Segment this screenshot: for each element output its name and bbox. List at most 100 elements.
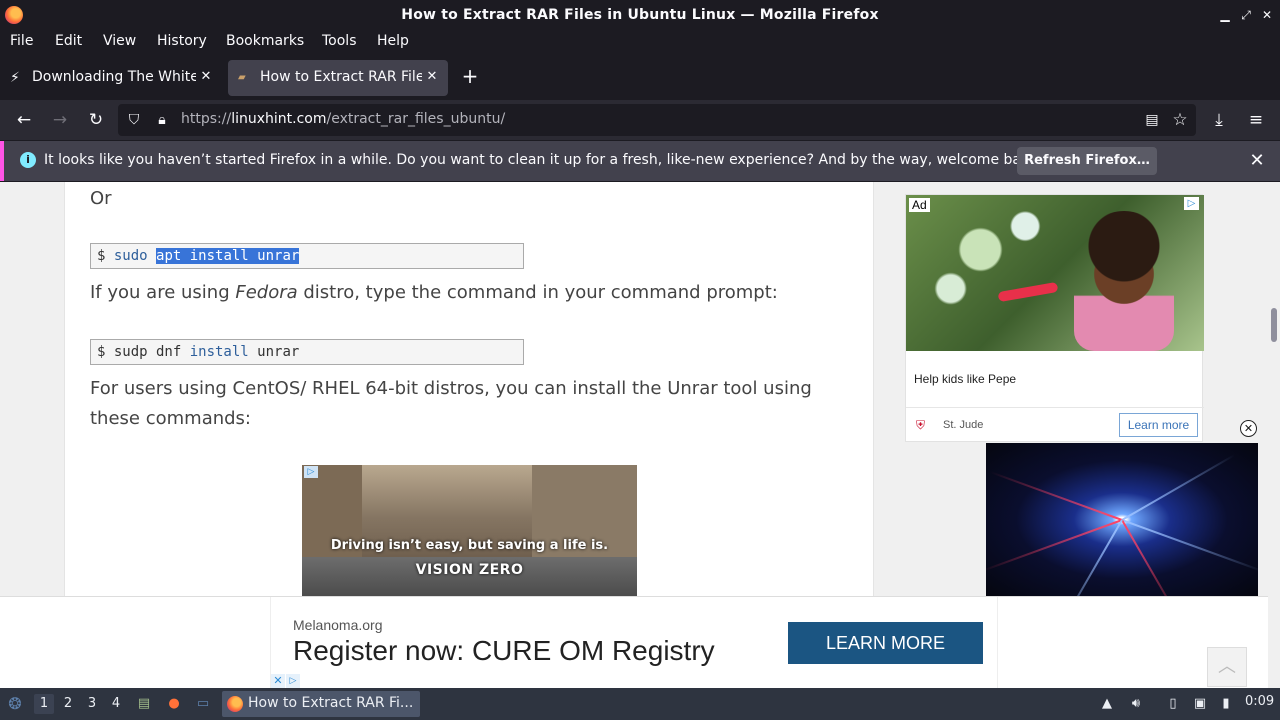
menu-history[interactable]: History — [157, 33, 207, 49]
ad-sponsor: St. Jude — [943, 419, 984, 431]
new-tab-button[interactable]: + — [460, 66, 480, 86]
prompt-symbol: $ — [97, 344, 114, 360]
taskbar-window-firefox[interactable]: How to Extract RAR Fi... — [222, 691, 420, 717]
code-sudo: sudo — [113, 248, 148, 264]
workspace-1[interactable]: 1 — [34, 694, 54, 714]
firefox-launcher-icon[interactable]: ● — [164, 694, 184, 714]
selected-text: apt install unrar — [156, 248, 300, 264]
sidebar-ad[interactable]: Ad ▷ Help kids like Pepe ⛨ St. Jude Lear… — [905, 194, 1204, 442]
code-text: sudp dnf — [113, 344, 190, 360]
reader-view-icon[interactable]: ▤ — [1142, 110, 1162, 130]
reload-button[interactable]: ↻ — [85, 109, 107, 131]
back-button[interactable]: ← — [13, 109, 35, 131]
url-bar[interactable]: ⛉ 🔒︎ https://linuxhint.com/extract_rar_f… — [118, 104, 1196, 136]
floating-video-player[interactable] — [986, 443, 1258, 596]
workspace-2[interactable]: 2 — [58, 694, 78, 714]
light-ray — [1121, 454, 1236, 521]
close-ad-icon[interactable]: ✕ — [271, 674, 285, 688]
lock-icon[interactable]: 🔒︎ — [152, 110, 172, 130]
menu-view[interactable]: View — [103, 33, 136, 49]
close-video-icon[interactable]: ✕ — [1240, 420, 1257, 437]
divider — [906, 407, 1204, 408]
close-tab-icon[interactable]: ✕ — [424, 69, 440, 85]
bubble-wand — [997, 281, 1059, 303]
tracking-shield-icon[interactable]: ⛉ — [124, 110, 144, 130]
volume-icon[interactable]: 🔊︎ — [1126, 694, 1146, 714]
st-jude-logo-icon: ⛨ — [916, 418, 926, 432]
light-ray — [990, 471, 1123, 521]
forward-button[interactable]: → — [49, 109, 71, 131]
url-path: /extract_rar_files_ubuntu/ — [326, 111, 506, 127]
taskbar-window-label: How to Extract RAR Fi... — [248, 695, 414, 711]
ad-headline: Help kids like Pepe — [914, 372, 1017, 386]
paragraph-centos-1: For users using CentOS/ RHEL 64-bit dist… — [90, 378, 812, 399]
tab-extract-rar[interactable]: ▰ How to Extract RAR Files in Ubuntu ✕ — [228, 60, 448, 96]
notification-message: It looks like you haven’t started Firefo… — [44, 152, 1043, 168]
menu-tools[interactable]: Tools — [322, 33, 357, 49]
tab-label: How to Extract RAR Files in Ubuntu — [260, 69, 422, 85]
learn-more-cta-button[interactable]: LEARN MORE — [788, 622, 983, 664]
banner-ad[interactable]: Melanoma.org Register now: CURE OM Regis… — [270, 597, 998, 688]
workspace-4[interactable]: 4 — [106, 694, 126, 714]
ad-site: Melanoma.org — [293, 617, 383, 633]
linuxhint-icon: ▰ — [238, 72, 246, 83]
ad-headline: Register now: CURE OM Registry — [293, 635, 715, 666]
video-ad[interactable]: ▷ Driving isn’t easy, but saving a life … — [302, 465, 637, 597]
light-ray — [986, 519, 1123, 573]
workspace-3[interactable]: 3 — [82, 694, 102, 714]
code-block-dnf[interactable]: $ sudp dnf install unrar — [90, 339, 524, 365]
menu-bar: File Edit View History Bookmarks Tools H… — [0, 30, 1280, 54]
display-icon[interactable]: ▣ — [1190, 694, 1210, 714]
close-window-button[interactable]: ✕ — [1259, 7, 1275, 23]
adchoices-icon[interactable]: ▷ — [1184, 197, 1199, 210]
adchoices-icon[interactable]: ▷ — [286, 674, 300, 688]
start-menu-icon[interactable]: ❂ — [5, 694, 25, 714]
downloads-icon[interactable]: ⤓ — [1208, 109, 1230, 131]
close-tab-icon[interactable]: ✕ — [198, 69, 214, 85]
learn-more-button[interactable]: Learn more — [1119, 413, 1198, 437]
refresh-firefox-button[interactable]: Refresh Firefox… — [1017, 147, 1157, 175]
tab-downloading-white-house[interactable]: ⚡ Downloading The White House ✕ — [2, 60, 222, 96]
window-title: How to Extract RAR Files in Ubuntu Linux… — [401, 7, 879, 23]
adchoices-icon[interactable]: ▷ — [304, 466, 318, 478]
url-host: linuxhint.com — [231, 111, 327, 127]
video-ad-brand: VISION ZERO — [415, 562, 524, 578]
paragraph-centos-2: these commands: — [90, 408, 251, 429]
child-figure — [1074, 211, 1174, 351]
hamburger-menu-icon[interactable]: ≡ — [1245, 109, 1267, 131]
info-icon: i — [20, 152, 36, 168]
scrollbar-thumb[interactable] — [1271, 308, 1277, 342]
battery-icon[interactable]: ▮ — [1216, 694, 1236, 714]
page-scrollbar[interactable] — [1268, 182, 1280, 688]
desktop-icon[interactable]: ▭ — [193, 694, 213, 714]
window-titlebar: How to Extract RAR Files in Ubuntu Linux… — [0, 0, 1280, 30]
close-notification-icon[interactable]: ✕ — [1246, 150, 1268, 172]
text-fragment: If you are using — [90, 282, 236, 303]
emphasis-fedora: Fedora — [235, 282, 298, 303]
menu-help[interactable]: Help — [377, 33, 409, 49]
menu-edit[interactable]: Edit — [55, 33, 82, 49]
prompt-symbol: $ — [97, 248, 114, 264]
text-fragment: distro, type the command in your command… — [297, 282, 778, 303]
menu-file[interactable]: File — [10, 33, 33, 49]
ad-image — [906, 195, 1204, 351]
code-block-apt[interactable]: $ sudo apt install unrar — [90, 243, 524, 269]
clock: 0:09 — [1245, 694, 1275, 709]
page-content: Or $ sudo apt install unrar If you are u… — [0, 182, 1280, 688]
tray-updates-icon[interactable]: ▲ — [1097, 694, 1117, 714]
tab-strip: ⚡ Downloading The White House ✕ ▰ How to… — [0, 56, 1280, 100]
code-install: install — [189, 344, 249, 360]
url-prefix: https:// — [181, 111, 232, 127]
paragraph-or: Or — [90, 188, 112, 209]
light-ray — [1121, 519, 1258, 573]
ad-label: Ad — [909, 198, 930, 212]
maximize-button[interactable]: ⤢ — [1238, 7, 1254, 23]
bookmark-star-icon[interactable]: ☆ — [1170, 110, 1190, 130]
minimize-button[interactable]: ▁ — [1217, 7, 1233, 23]
url-text[interactable]: https://linuxhint.com/extract_rar_files_… — [181, 111, 505, 127]
code-text: unrar — [248, 344, 300, 360]
menu-bookmarks[interactable]: Bookmarks — [226, 33, 304, 49]
scroll-to-top-button[interactable]: ︿ — [1207, 647, 1247, 687]
file-manager-icon[interactable]: ▤ — [134, 694, 154, 714]
clipboard-icon[interactable]: ▯ — [1163, 694, 1183, 714]
